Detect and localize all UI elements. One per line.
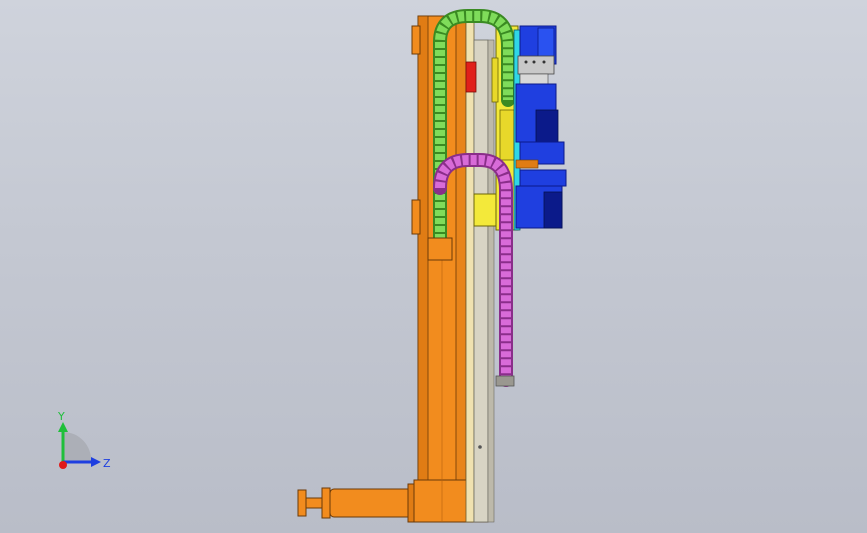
cad-viewport[interactable]: Y Z <box>0 0 867 533</box>
coordinate-triad-icon: Y Z <box>57 410 111 470</box>
robot-model[interactable] <box>0 0 867 533</box>
z-axis-label: Z <box>103 457 111 470</box>
guide-rail[interactable] <box>465 19 495 523</box>
base-cylinder[interactable] <box>297 483 421 523</box>
gripper-assembly[interactable] <box>515 25 567 229</box>
y-axis-label: Y <box>57 410 65 423</box>
red-markers <box>465 61 477 93</box>
